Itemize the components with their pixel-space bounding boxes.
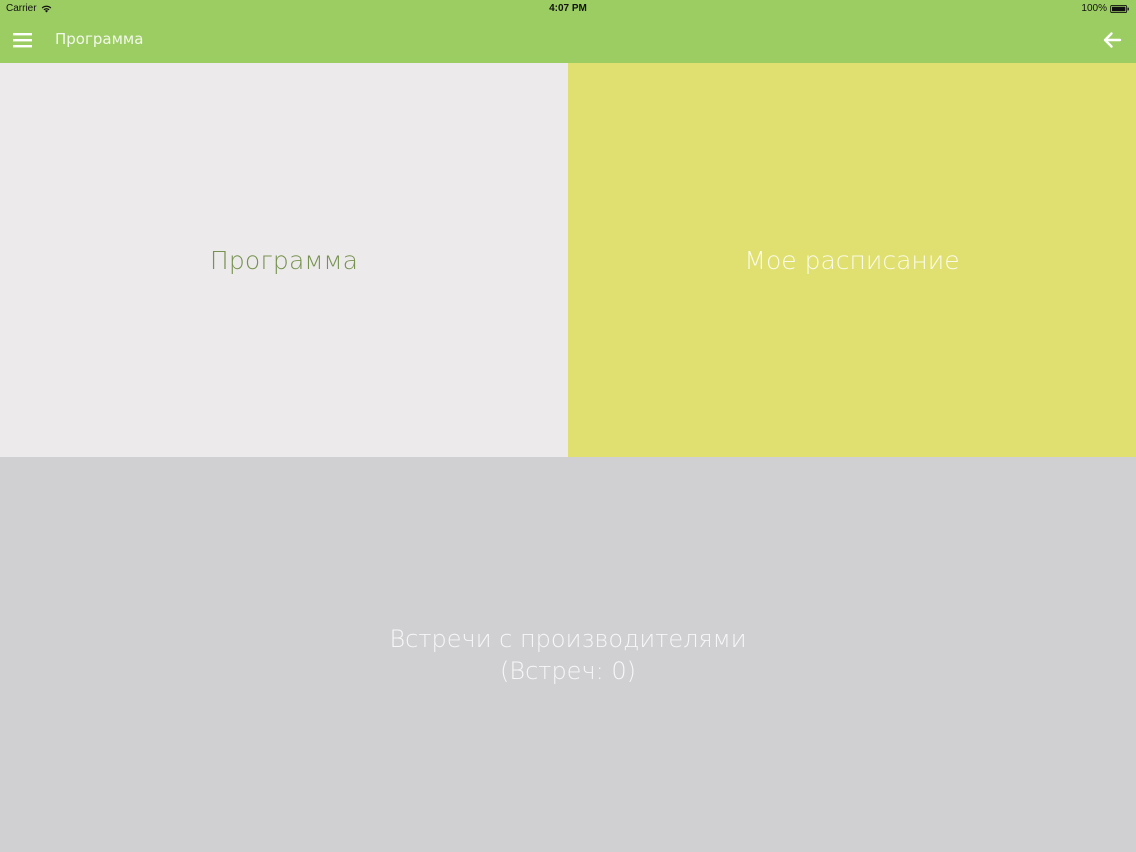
status-bar: Carrier 4:07 PM 100% (0, 0, 1136, 18)
page-title: Программа (55, 30, 144, 48)
app-screen: Carrier 4:07 PM 100% Программа Программа… (0, 0, 1136, 852)
my-schedule-tile-label: Мое расписание (744, 245, 960, 275)
program-tile[interactable]: Программа (0, 63, 568, 457)
top-bar: Carrier 4:07 PM 100% Программа (0, 0, 1136, 63)
meetings-count-label: (Встреч: 0) (500, 656, 636, 685)
hamburger-menu-icon[interactable] (12, 30, 34, 50)
program-tile-label: Программа (209, 245, 359, 275)
my-schedule-tile[interactable]: Мое расписание (568, 63, 1136, 457)
arrow-left-icon[interactable] (1102, 30, 1122, 50)
battery-icon (1110, 4, 1129, 13)
battery-percent: 100% (1081, 3, 1107, 14)
manufacturer-meetings-tile[interactable]: Встречи с производителями (Встреч: 0) (0, 457, 1136, 852)
manufacturer-meetings-label: Встречи с производителями (389, 624, 747, 653)
manufacturer-meetings-text: Встречи с производителями (Встреч: 0) (389, 623, 746, 687)
battery-indicator: 100% (1081, 3, 1130, 14)
status-time: 4:07 PM (549, 3, 587, 14)
navigation-bar: Программа (0, 18, 1136, 63)
